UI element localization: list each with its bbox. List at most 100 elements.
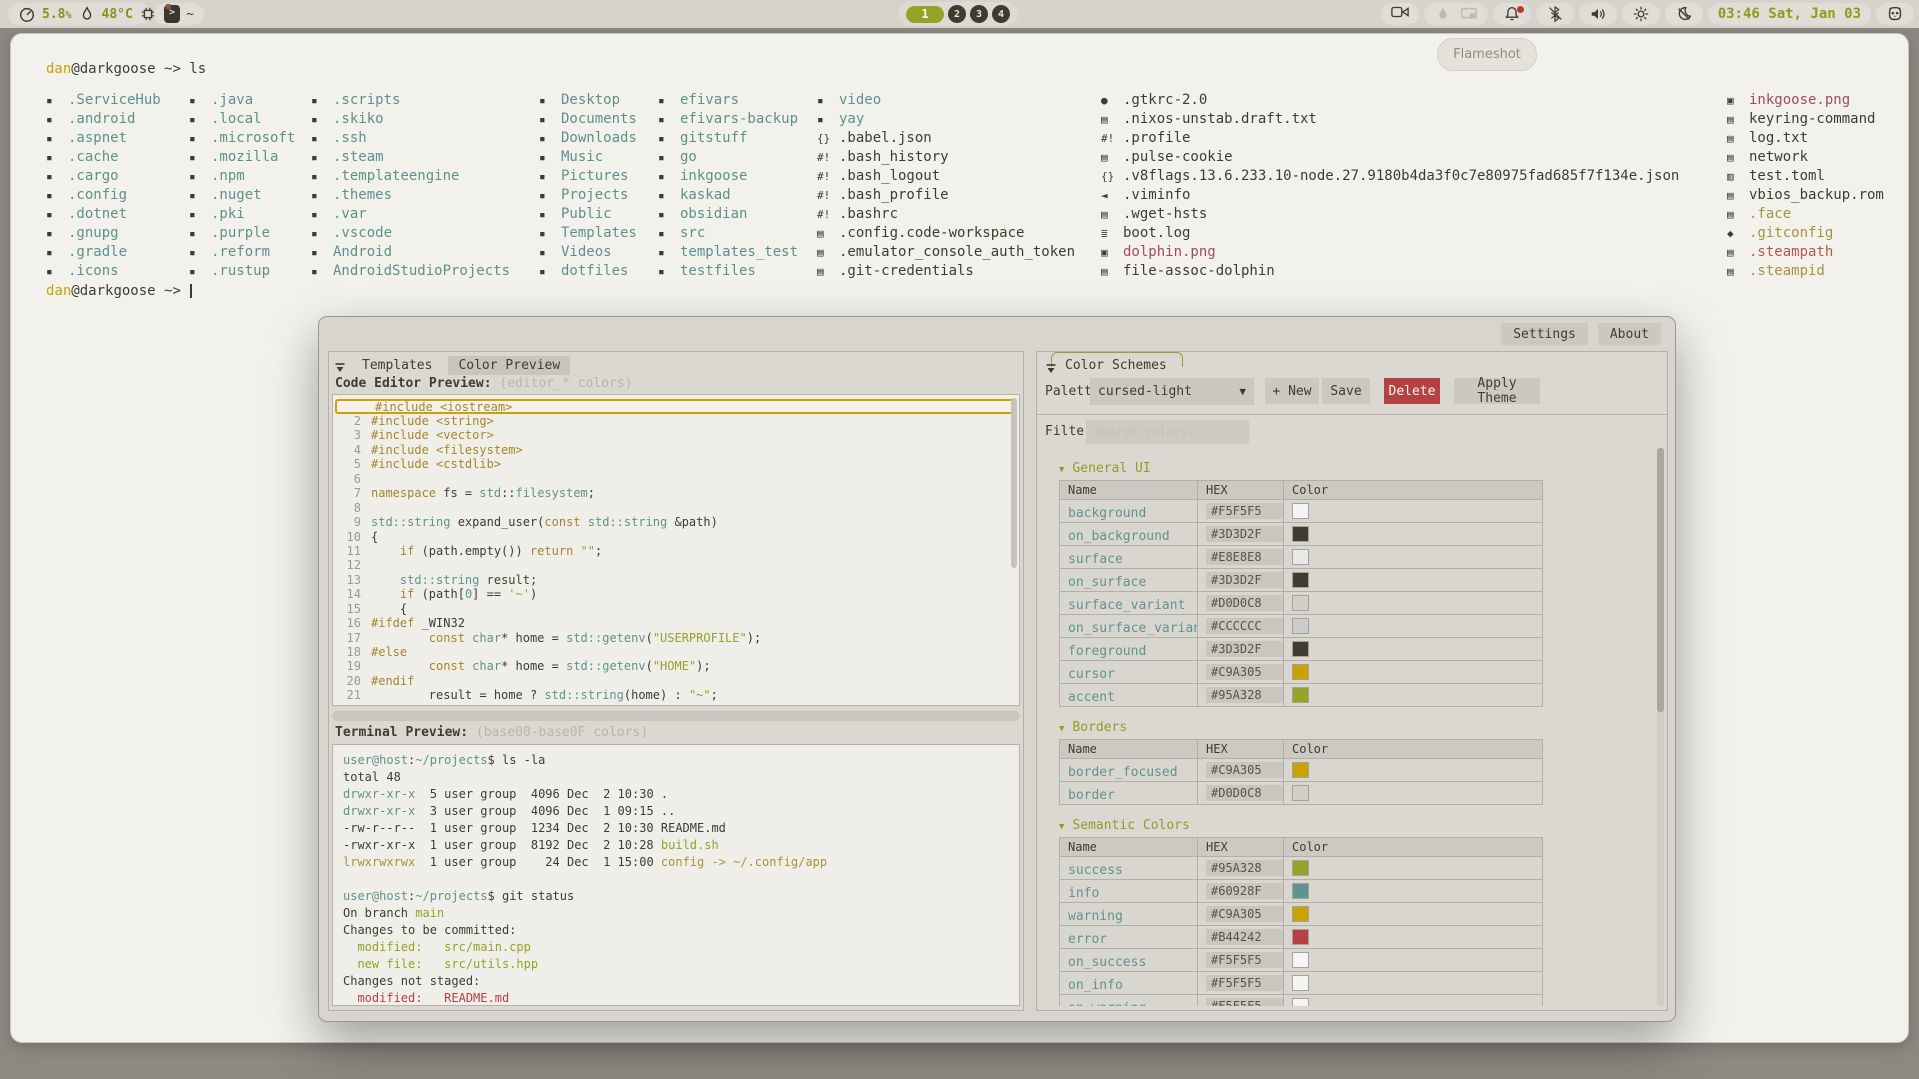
- file-item: ▤vbios_backup.rom: [1727, 186, 1884, 205]
- tab-templates[interactable]: Templates: [352, 356, 442, 375]
- inactive-indicators-pill[interactable]: [1424, 3, 1488, 25]
- file-icon: ▪: [46, 129, 68, 148]
- color-swatch[interactable]: [1292, 503, 1309, 519]
- temperature: 48°C: [102, 7, 133, 22]
- color-swatch[interactable]: [1292, 785, 1309, 801]
- hex-input[interactable]: #E8E8E8: [1206, 549, 1283, 565]
- hex-input[interactable]: #C9A305: [1206, 762, 1283, 778]
- hex-input[interactable]: #60928F: [1206, 883, 1283, 899]
- hex-input[interactable]: #95A328: [1206, 687, 1283, 703]
- hex-input[interactable]: #D0D0C8: [1206, 595, 1283, 611]
- theme-editor-window[interactable]: Settings About Templates Color Preview C…: [318, 316, 1676, 1022]
- hex-input[interactable]: #C9A305: [1206, 906, 1283, 922]
- file-item: ▤.nixos-unstab.draft.txt: [1101, 110, 1679, 129]
- tab-color-preview[interactable]: Color Preview: [448, 356, 570, 375]
- workspace-3[interactable]: 3: [970, 5, 988, 23]
- code-line: 3#include <vector>: [333, 428, 1019, 442]
- file-icon: ▤: [817, 262, 839, 281]
- settings-button[interactable]: Settings: [1501, 323, 1588, 345]
- color-table: NameHEXColorborder_focused#C9A305border#…: [1059, 739, 1543, 805]
- terminal-preview-line: user@host:~/projects$ ls -la: [343, 752, 1009, 769]
- color-swatch[interactable]: [1292, 572, 1309, 588]
- color-swatch[interactable]: [1292, 762, 1309, 778]
- hex-input[interactable]: #F5F5F5: [1206, 998, 1283, 1006]
- terminal-app-pill[interactable]: ~: [154, 3, 204, 25]
- clock-pill[interactable]: 03:46 Sat, Jan 03: [1708, 3, 1871, 25]
- screencast-button[interactable]: [1381, 3, 1419, 25]
- file-icon: {}: [817, 129, 839, 148]
- code-vertical-scrollbar[interactable]: [1011, 398, 1017, 568]
- about-button[interactable]: About: [1598, 323, 1661, 345]
- file-item: ▪kaskad: [658, 186, 798, 205]
- file-icon: ▪: [658, 243, 680, 262]
- workspace-4[interactable]: 4: [992, 5, 1010, 23]
- color-swatch[interactable]: [1292, 641, 1309, 657]
- filter-input[interactable]: [1086, 420, 1249, 444]
- notifications-button[interactable]: [1493, 3, 1531, 25]
- file-item: ▤log.txt: [1727, 129, 1884, 148]
- system-stats-pill[interactable]: 5.8% 48°C 4.7G: [8, 3, 150, 25]
- triangle-down-icon: ▼: [1059, 822, 1064, 832]
- bluetooth-button[interactable]: [1536, 3, 1574, 25]
- hex-input[interactable]: #3D3D2F: [1206, 572, 1283, 588]
- color-tables-scrollbar[interactable]: [1657, 448, 1664, 1006]
- scrollbar-thumb[interactable]: [1657, 448, 1664, 712]
- color-section-title[interactable]: ▼General UI: [1059, 461, 1543, 476]
- color-swatch[interactable]: [1292, 883, 1309, 899]
- color-swatch[interactable]: [1292, 687, 1309, 703]
- color-swatch[interactable]: [1292, 952, 1309, 968]
- file-icon: ▤: [1727, 110, 1749, 129]
- color-swatch[interactable]: [1292, 595, 1309, 611]
- color-swatch[interactable]: [1292, 526, 1309, 542]
- palette-select[interactable]: cursed-light ▼: [1090, 378, 1254, 405]
- code-line: 17 const char* home = std::getenv("USERP…: [333, 631, 1019, 645]
- hex-input[interactable]: #CCCCCC: [1206, 618, 1283, 634]
- terminal-preview[interactable]: user@host:~/projects$ ls -latotal 48drwx…: [332, 744, 1020, 1006]
- new-palette-button[interactable]: + New: [1265, 378, 1319, 404]
- color-swatch[interactable]: [1292, 998, 1309, 1006]
- code-horizontal-scrollbar[interactable]: [332, 711, 1020, 721]
- hex-input[interactable]: #D0D0C8: [1206, 785, 1283, 801]
- color-swatch[interactable]: [1292, 860, 1309, 876]
- hex-input[interactable]: #F5F5F5: [1206, 952, 1283, 968]
- terminal-preview-line: Changes to be committed:: [343, 922, 1009, 939]
- hex-input[interactable]: #C9A305: [1206, 664, 1283, 680]
- collapse-icon[interactable]: [1045, 360, 1057, 372]
- color-swatch[interactable]: [1292, 549, 1309, 565]
- file-column: ●.gtkrc-2.0▤.nixos-unstab.draft.txt#!.pr…: [1101, 91, 1679, 281]
- power-button[interactable]: [1876, 3, 1914, 25]
- prompt-line: dan@darkgoose ~> ls: [46, 61, 206, 77]
- file-icon: ▪: [46, 110, 68, 129]
- workspace-2[interactable]: 2: [948, 5, 966, 23]
- color-name: on_success: [1068, 955, 1146, 970]
- collapse-icon[interactable]: [334, 359, 346, 371]
- color-name: warning: [1068, 909, 1123, 924]
- hex-input[interactable]: #3D3D2F: [1206, 526, 1283, 542]
- color-swatch[interactable]: [1292, 664, 1309, 680]
- color-section-title[interactable]: ▼Borders: [1059, 720, 1543, 735]
- hex-input[interactable]: #95A328: [1206, 860, 1283, 876]
- hex-input[interactable]: #F5F5F5: [1206, 503, 1283, 519]
- night-light-button[interactable]: [1665, 3, 1703, 25]
- cpu-usage: 5.8: [42, 7, 65, 22]
- code-editor-preview[interactable]: #include <iostream>2#include <string>3#i…: [332, 394, 1020, 706]
- brightness-button[interactable]: [1622, 3, 1660, 25]
- color-swatch[interactable]: [1292, 906, 1309, 922]
- color-swatch[interactable]: [1292, 929, 1309, 945]
- hex-input[interactable]: #3D3D2F: [1206, 641, 1283, 657]
- file-icon: ▪: [46, 262, 68, 281]
- delete-button[interactable]: Delete: [1384, 378, 1440, 404]
- file-item: ▤.config.code-workspace: [817, 224, 1075, 243]
- workspace-1[interactable]: 1: [906, 6, 944, 23]
- color-swatch[interactable]: [1292, 975, 1309, 991]
- color-swatch[interactable]: [1292, 618, 1309, 634]
- save-button[interactable]: Save: [1322, 378, 1370, 404]
- clock: 03:46 Sat, Jan 03: [1718, 6, 1861, 22]
- volume-button[interactable]: [1579, 3, 1617, 25]
- file-icon: ▣: [1727, 91, 1749, 110]
- hex-input[interactable]: #B44242: [1206, 929, 1283, 945]
- color-section-title[interactable]: ▼Semantic Colors: [1059, 818, 1543, 833]
- file-item: ▪.icons: [46, 262, 161, 281]
- hex-input[interactable]: #F5F5F5: [1206, 975, 1283, 991]
- apply-theme-button[interactable]: Apply Theme: [1454, 378, 1540, 404]
